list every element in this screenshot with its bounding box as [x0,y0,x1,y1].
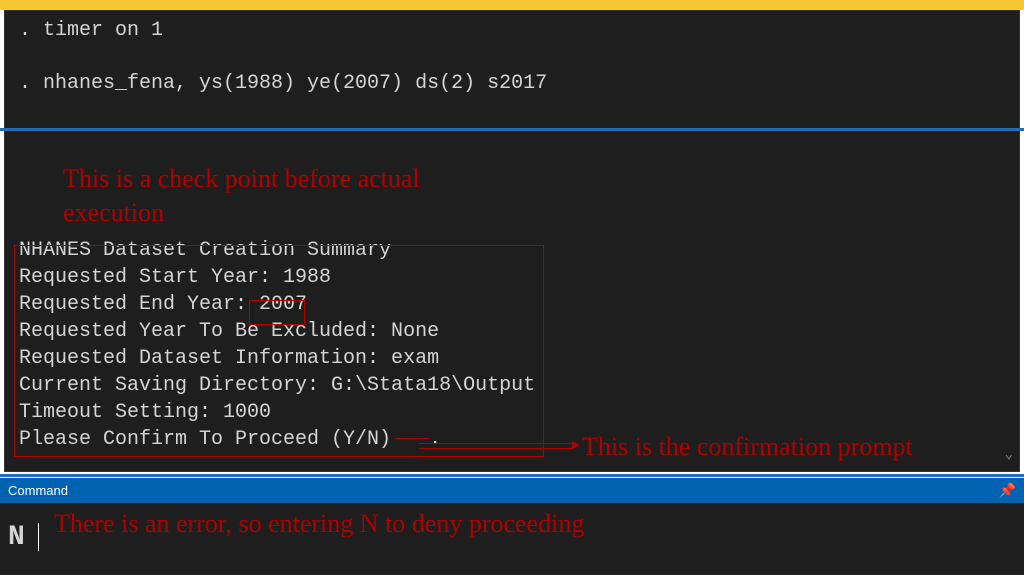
scroll-down-indicator[interactable]: ⌄ [1005,446,1013,465]
command-bar: Command 📌 [0,478,1024,503]
summary-timeout: Timeout Setting: 1000 [19,399,1007,426]
blue-divider-bottom [0,474,1024,477]
top-yellow-bar [0,0,1024,10]
terminal-line: . timer on 1 [19,17,1007,44]
summary-dataset-info: Requested Dataset Information: exam [19,345,1007,372]
terminal-output: . timer on 1 . nhanes_fena, ys(1988) ye(… [5,11,1019,471]
annotation-arrow-line-bottom [419,448,574,449]
terminal-line: . nhanes_fena, ys(1988) ye(2007) ds(2) s… [19,70,1007,97]
annotation-checkpoint: This is a check point before actual exec… [63,162,423,230]
summary-excluded: Requested Year To Be Excluded: None [19,318,1007,345]
start-year-label: Requested Start Year: [19,266,283,289]
summary-saving-dir: Current Saving Directory: G:\Stata18\Out… [19,372,1007,399]
annotation-arrow-head [572,441,580,449]
summary-start-year: Requested Start Year: 1988 [19,264,1007,291]
annotation-arrow-line-top [419,443,574,444]
annotation-deny: There is an error, so entering N to deny… [54,507,584,541]
annotation-confirmation: This is the confirmation prompt [582,430,913,464]
command-input[interactable] [8,522,38,553]
summary-title: NHANES Dataset Creation Summary [19,237,1007,264]
command-label: Command [8,483,68,498]
start-year-value: 1988 [283,266,331,289]
summary-end-year: Requested End Year: 2007 [19,291,1007,318]
text-cursor [38,523,39,551]
command-input-area[interactable]: There is an error, so entering N to deny… [0,503,1024,575]
pin-icon[interactable]: 📌 [999,482,1016,499]
blue-divider-top [0,128,1024,131]
end-year-value: 2007 [259,293,307,316]
confirm-text: Please Confirm To Proceed (Y/N) [19,428,391,451]
end-year-label: Requested End Year: [19,293,259,316]
